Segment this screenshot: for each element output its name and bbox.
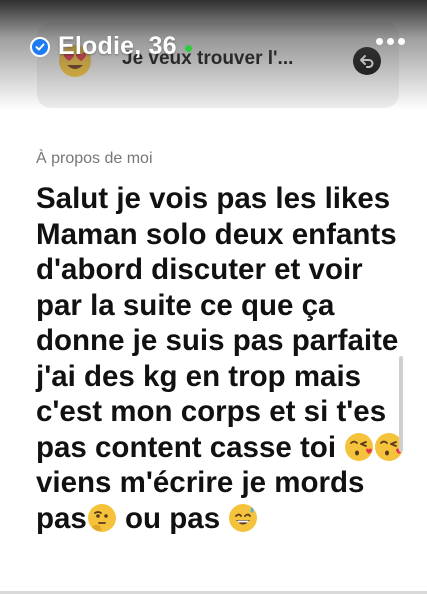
about-section-label: À propos de moi <box>36 150 153 167</box>
online-status-dot <box>184 45 192 52</box>
profile-card: Je veux trouver l'... Elodie, 36 À propo… <box>0 0 427 594</box>
about-text-part-1: Salut je vois pas les likes Maman solo d… <box>36 182 399 464</box>
sweat-smile-emoji-icon <box>229 503 258 532</box>
about-text-part-3: ou pas <box>116 501 229 535</box>
about-text: Salut je vois pas les likes Maman solo d… <box>36 181 408 536</box>
profile-header: Elodie, 36 <box>30 32 192 61</box>
scrollbar[interactable] <box>399 356 403 452</box>
thinking-emoji-icon <box>87 503 116 532</box>
kissing-heart-emoji-icon <box>345 432 374 461</box>
verified-badge <box>30 36 50 57</box>
more-options-button[interactable] <box>376 38 405 45</box>
more-dots-icon <box>376 38 383 45</box>
undo-button[interactable] <box>353 47 381 75</box>
undo-icon <box>360 55 374 68</box>
more-dot <box>398 38 405 45</box>
checkmark-icon <box>35 43 45 50</box>
profile-name[interactable]: Elodie, 36 <box>58 32 177 61</box>
more-dot <box>387 38 394 45</box>
